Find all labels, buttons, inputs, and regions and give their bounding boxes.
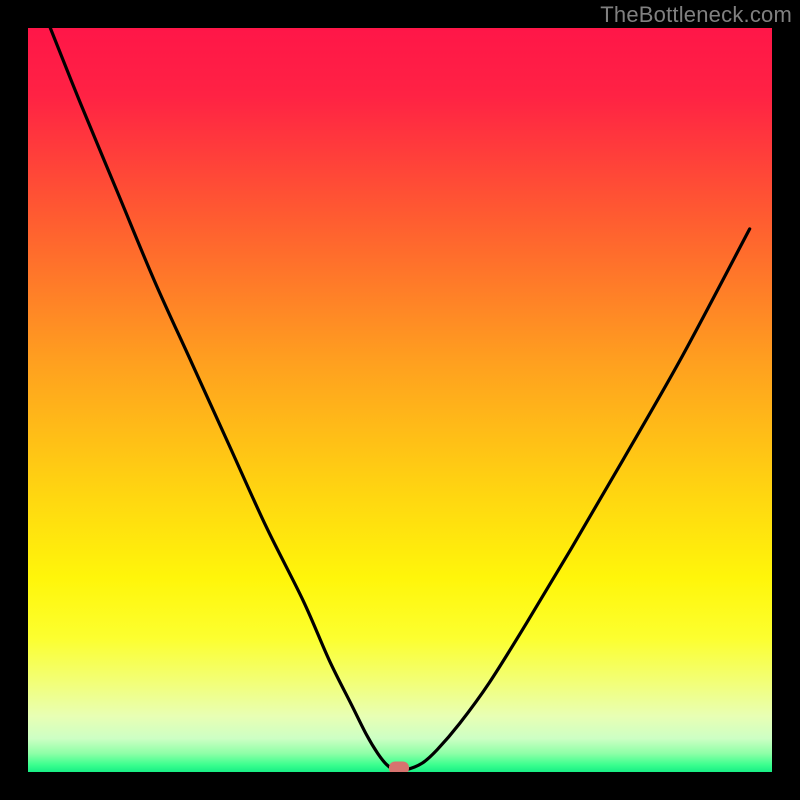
- watermark-text: TheBottleneck.com: [600, 2, 792, 28]
- bottleneck-curve: [50, 28, 749, 771]
- chart-frame: TheBottleneck.com: [0, 0, 800, 800]
- optimum-marker: [389, 761, 409, 772]
- plot-area: [28, 28, 772, 772]
- curve-layer: [28, 28, 772, 772]
